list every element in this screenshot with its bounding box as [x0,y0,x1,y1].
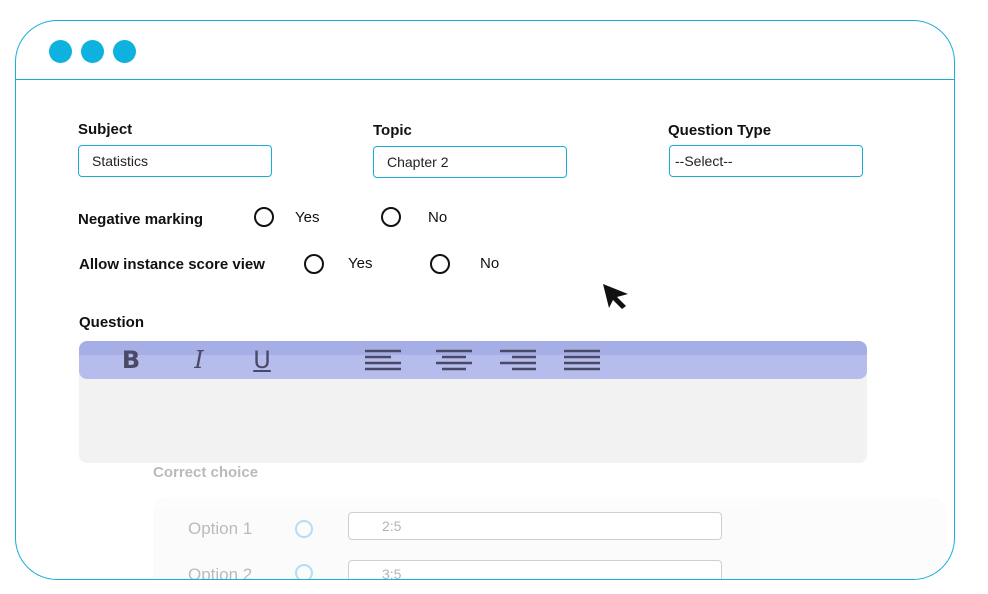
question-type-select[interactable]: --Select-- [669,145,863,177]
minimize-dot-icon[interactable] [81,40,104,63]
window-titlebar [16,21,954,80]
allow-score-view-yes-radio[interactable] [304,254,324,274]
question-type-label: Question Type [668,122,772,139]
maximize-dot-icon[interactable] [113,40,136,63]
correct-choice-label: Correct choice [153,464,259,481]
align-justify-icon[interactable] [562,341,602,379]
options-panel: Option 1 2:5 Option 2 3:5 [153,497,947,580]
negative-marking-yes-label: Yes [295,209,320,226]
close-dot-icon[interactable] [49,40,72,63]
align-center-icon[interactable] [434,341,474,379]
allow-score-view-no-label: No [480,255,500,272]
option-2-input[interactable]: 3:5 [348,560,722,579]
topic-field[interactable]: Chapter 2 [373,146,567,178]
option-2-radio[interactable] [295,564,313,579]
bold-icon[interactable]: B [117,341,145,379]
negative-marking-yes-radio[interactable] [254,207,274,227]
allow-score-view-yes-label: Yes [348,255,373,272]
subject-field[interactable]: Statistics [78,145,272,177]
question-editor[interactable]: B I U [79,341,867,463]
italic-icon[interactable]: I [185,341,213,379]
underline-icon[interactable]: U [247,341,277,379]
subject-label: Subject [78,121,133,138]
option-2-label: Option 2 [188,565,253,580]
question-label: Question [79,314,145,331]
option-1-input[interactable]: 2:5 [348,512,722,540]
allow-score-view-label: Allow instance score view [79,256,265,273]
negative-marking-label: Negative marking [78,211,204,228]
align-left-icon[interactable] [363,341,403,379]
editor-toolbar: B I U [79,341,867,379]
negative-marking-no-label: No [428,209,448,226]
mouse-pointer-icon [602,283,630,314]
browser-window: Subject Statistics Topic Chapter 2 Quest… [15,20,955,580]
option-1-radio[interactable] [295,520,313,538]
align-right-icon[interactable] [498,341,538,379]
option-1-label: Option 1 [188,519,253,538]
allow-score-view-no-radio[interactable] [430,254,450,274]
negative-marking-no-radio[interactable] [381,207,401,227]
topic-label: Topic [373,122,412,139]
